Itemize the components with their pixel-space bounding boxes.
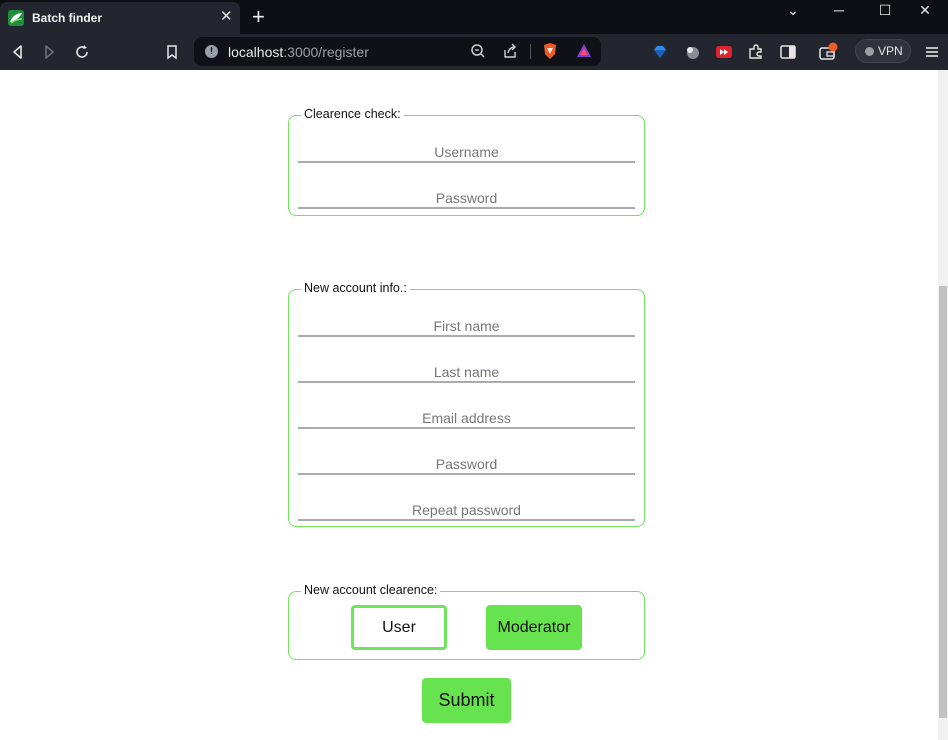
url-host: localhost xyxy=(228,44,284,60)
wallet-gem-icon[interactable] xyxy=(650,42,670,62)
omnibox-divider xyxy=(530,44,531,59)
browser-title-bar: Batch finder ✕ + ⌄ ─ ☐ ✕ xyxy=(0,0,948,34)
browser-toolbar: ! localhost:3000/register VPN xyxy=(0,34,948,70)
first-name-placeholder: First name xyxy=(433,318,500,334)
new-tab-icon[interactable]: + xyxy=(252,5,265,29)
url-path: :3000/register xyxy=(283,44,369,60)
page-scrollbar-thumb[interactable] xyxy=(939,286,947,718)
back-icon[interactable] xyxy=(8,42,28,62)
new-password-placeholder: Password xyxy=(435,456,498,472)
password-placeholder: Password xyxy=(435,190,498,206)
new-password-field[interactable]: Password xyxy=(298,451,635,475)
username-placeholder: Username xyxy=(434,144,499,160)
address-bar[interactable]: ! localhost:3000/register xyxy=(194,37,601,66)
moderator-role-button[interactable]: Moderator xyxy=(486,605,582,650)
vpn-button[interactable]: VPN xyxy=(855,39,911,63)
site-info-icon[interactable]: ! xyxy=(205,45,218,58)
sidebar-toggle-icon[interactable] xyxy=(778,42,798,62)
tab-title: Batch finder xyxy=(32,11,103,25)
repeat-password-placeholder: Repeat password xyxy=(412,502,521,518)
new-account-info-fieldset: New account info.: First name Last name … xyxy=(288,281,645,527)
brave-shields-icon[interactable] xyxy=(540,41,560,61)
extension-play-icon[interactable] xyxy=(714,42,734,62)
tab-close-icon[interactable]: ✕ xyxy=(220,9,233,25)
tab-search-chevron-down-icon[interactable]: ⌄ xyxy=(770,0,816,20)
new-account-clearance-fieldset: New account clearence: User Moderator xyxy=(288,583,645,660)
site-favicon-icon xyxy=(8,10,24,26)
wallet-notification-icon[interactable] xyxy=(818,42,838,62)
extensions-puzzle-icon[interactable] xyxy=(746,42,766,62)
vpn-status-icon xyxy=(865,47,874,56)
forward-icon[interactable] xyxy=(39,42,59,62)
user-role-button[interactable]: User xyxy=(351,605,447,650)
new-account-clearance-legend: New account clearence: xyxy=(301,583,441,597)
close-window-icon[interactable]: ✕ xyxy=(902,0,948,20)
menu-hamburger-icon[interactable] xyxy=(922,42,942,62)
share-icon[interactable] xyxy=(500,41,520,61)
repeat-password-field[interactable]: Repeat password xyxy=(298,497,635,521)
clearance-username-field[interactable]: Username xyxy=(298,139,635,163)
extension-orb-icon[interactable] xyxy=(682,42,702,62)
new-account-info-legend: New account info.: xyxy=(301,281,410,295)
last-name-field[interactable]: Last name xyxy=(298,359,635,383)
clearance-check-fieldset: Clearence check: Username Password xyxy=(288,107,645,216)
email-placeholder: Email address xyxy=(422,410,511,426)
zoom-icon[interactable] xyxy=(468,41,488,61)
vpn-label: VPN xyxy=(878,44,903,58)
clearance-password-field[interactable]: Password xyxy=(298,185,635,209)
bookmark-icon[interactable] xyxy=(162,42,182,62)
email-field[interactable]: Email address xyxy=(298,405,635,429)
minimize-window-icon[interactable]: ─ xyxy=(816,0,862,20)
last-name-placeholder: Last name xyxy=(433,364,500,380)
clearance-check-legend: Clearence check: xyxy=(301,107,404,121)
brave-rewards-icon[interactable] xyxy=(574,41,594,61)
browser-tab[interactable]: Batch finder ✕ xyxy=(0,2,240,34)
url-text[interactable]: localhost:3000/register xyxy=(228,44,369,60)
first-name-field[interactable]: First name xyxy=(298,313,635,337)
submit-button[interactable]: Submit xyxy=(422,678,511,723)
reload-icon[interactable] xyxy=(72,42,92,62)
